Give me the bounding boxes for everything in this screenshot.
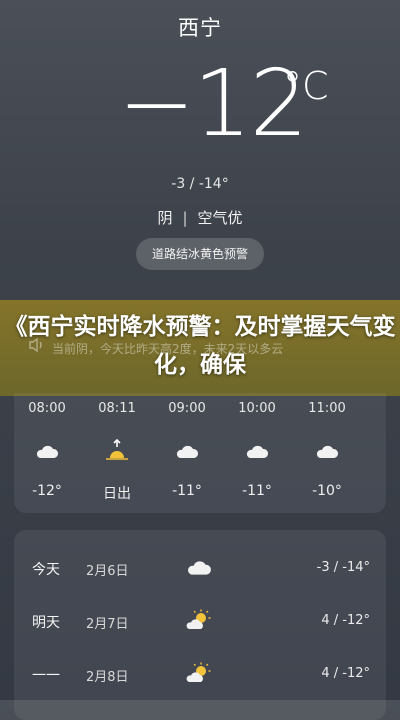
cloud-icon	[36, 445, 59, 458]
separator: |	[182, 209, 188, 227]
day-temperature-range: -3 / -14°	[316, 560, 370, 575]
air-quality[interactable]: 空气优	[198, 209, 243, 227]
day-date: 2月7日	[86, 617, 129, 632]
hour-time: 08:00	[28, 401, 66, 416]
hour-temp: -10°	[312, 483, 342, 499]
cloud-icon	[316, 445, 339, 458]
current-temperature: −12	[118, 50, 308, 157]
day-row[interactable]: 今天 2月6日 -3 / -14°	[14, 542, 386, 594]
banner-headline[interactable]: 《西宁实时降水预警：及时掌握天气变化，确保	[0, 308, 400, 384]
hour-temp: -11°	[242, 483, 272, 499]
day-name: 明天	[32, 615, 60, 631]
hour-time: 11:00	[308, 401, 346, 416]
weather-alert-badge[interactable]: 道路结冰黄色预警	[136, 238, 264, 270]
hourly-forecast[interactable]: 08:00 -12° 08:11 日出 09:00 -11° 10:00 -11…	[14, 393, 386, 513]
hour-time: 10:00	[238, 401, 276, 416]
today-temperature-range: -3 / -14°	[171, 176, 229, 192]
temperature-unit: °C	[283, 64, 329, 108]
day-date: 2月6日	[86, 564, 129, 579]
cloud-icon	[176, 445, 199, 458]
cloud-icon	[188, 561, 211, 575]
condition-row: 阴 | 空气优	[0, 207, 400, 228]
hour-temp: -12°	[32, 483, 62, 499]
sunrise-label: 日出	[103, 486, 131, 502]
day-name: 一一	[32, 668, 60, 684]
partly-sunny-icon	[186, 609, 211, 629]
hour-time: 08:11	[98, 401, 136, 416]
weather-condition: 阴	[157, 209, 173, 227]
hour-temp: -11°	[172, 483, 202, 499]
day-temperature-range: 4 / -12°	[321, 613, 370, 628]
hour-time: 09:00	[168, 401, 206, 416]
city-name[interactable]: 西宁	[0, 12, 400, 42]
day-row[interactable]: 明天 2月7日 4 / -12°	[14, 595, 386, 647]
hour-time: 12	[364, 401, 386, 416]
day-row[interactable]: 一一 2月8日 4 / -12°	[14, 648, 386, 700]
sunrise-icon	[106, 438, 128, 460]
daily-forecast[interactable]: 今天 2月6日 -3 / -14° 明天 2月7日 4 / -12° 一一 2月…	[14, 530, 386, 720]
day-name: 今天	[32, 562, 60, 578]
cloud-icon	[246, 445, 269, 458]
day-date: 2月8日	[86, 670, 129, 685]
cloud-icon	[385, 441, 386, 461]
day-temperature-range: 4 / -12°	[321, 666, 370, 681]
partly-sunny-icon	[186, 662, 211, 682]
